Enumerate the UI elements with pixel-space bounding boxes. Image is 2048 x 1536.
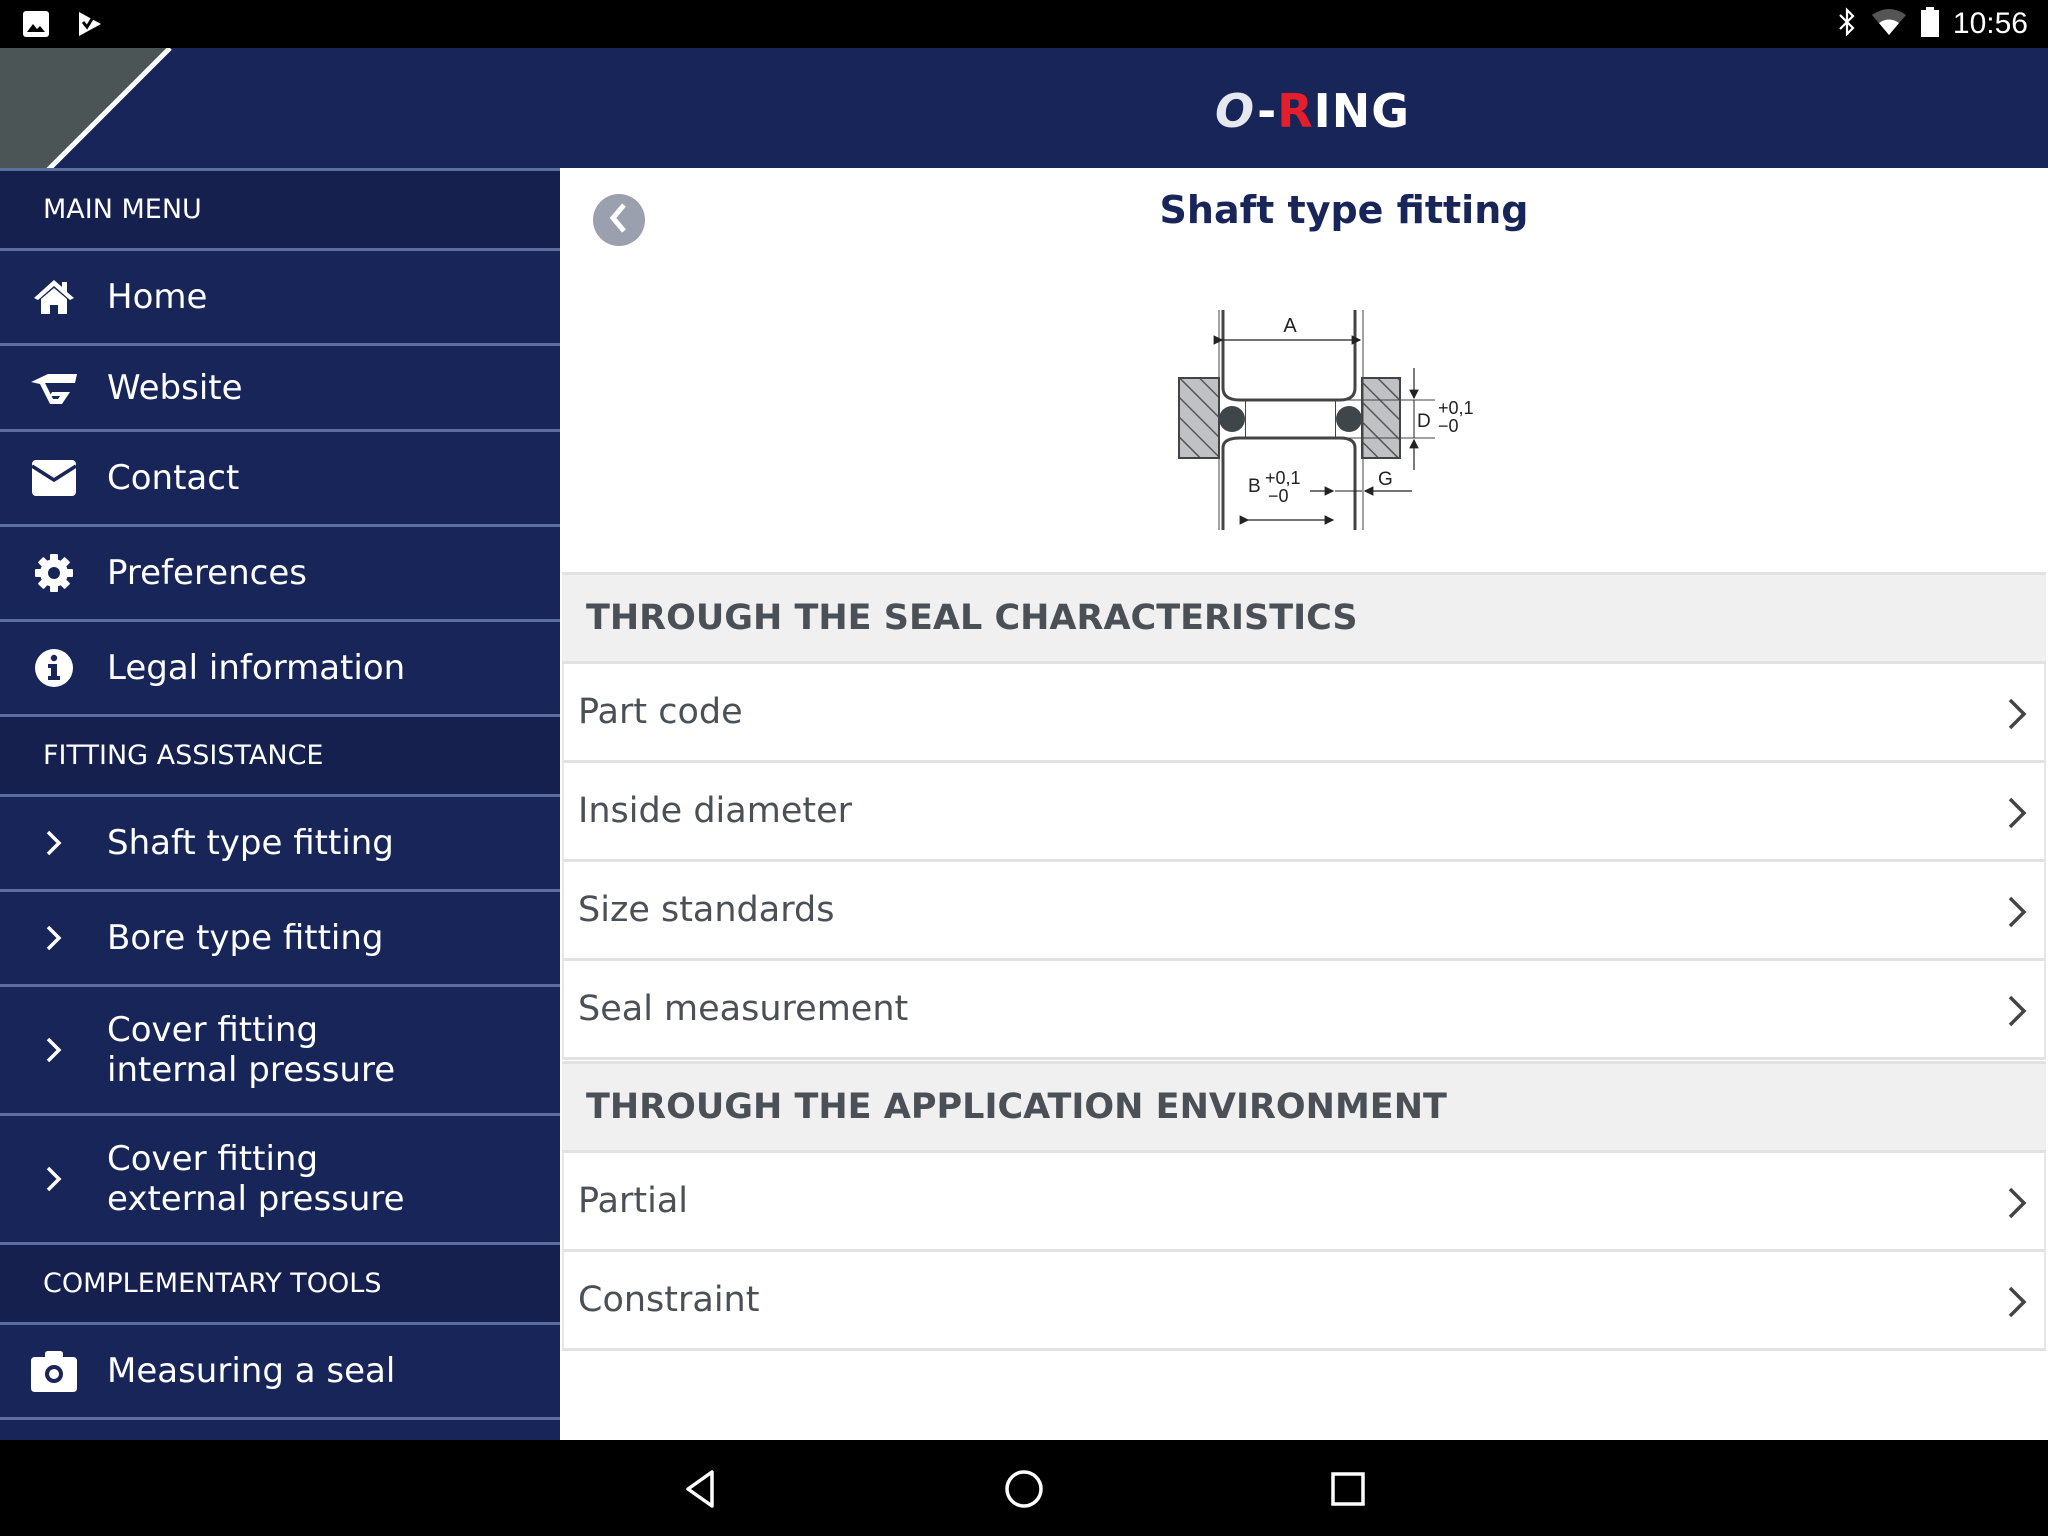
app-header: O - R ING	[0, 48, 2048, 220]
list-item-constraint[interactable]: Constraint	[562, 1252, 2046, 1351]
sidebar-item-label: Contact	[107, 458, 240, 498]
play-store-notification-icon	[76, 10, 104, 42]
clock: 10:56	[1952, 7, 2028, 40]
logo-dash: -	[1257, 84, 1278, 138]
wifi-icon	[1871, 7, 1907, 41]
status-bar: 10:56	[0, 0, 2048, 48]
list-item-seal-measurement[interactable]: Seal measurement	[562, 961, 2046, 1060]
sidebar-item-label: Cover fitting external pressure	[107, 1139, 405, 1219]
section-header-application-environment: THROUGH THE APPLICATION ENVIRONMENT	[562, 1061, 2046, 1153]
home-circle-icon	[1005, 1470, 1043, 1508]
system-navigation-bar	[0, 1440, 2048, 1536]
nav-back-button[interactable]	[675, 1464, 725, 1514]
sidebar-item-shaft-type-fitting[interactable]: Shaft type fitting	[0, 794, 560, 889]
sidebar-item-home[interactable]: Home	[0, 248, 560, 343]
home-icon	[0, 278, 107, 316]
list-item-label: Part code	[578, 692, 743, 732]
dimension-label-b: B	[1248, 476, 1261, 497]
tolerance-b-minus: −0	[1268, 486, 1289, 506]
sidebar-item-contact[interactable]: Contact	[0, 429, 560, 524]
battery-icon	[1920, 7, 1939, 41]
sidebar-item-label: Home	[107, 277, 208, 317]
logo-o-ring-glyph: O	[1215, 84, 1256, 138]
section-header-main-menu: MAIN MENU	[0, 168, 560, 248]
chevron-right-icon	[2008, 1187, 2027, 1219]
tolerance-d-plus: +0,1	[1438, 398, 1474, 418]
list-item-label: Constraint	[578, 1280, 760, 1320]
logo-rest: ING	[1313, 84, 1410, 138]
app-logo: O - R ING	[1215, 84, 1410, 138]
tolerance-d-minus: −0	[1438, 416, 1459, 436]
main-content: Shaft type fitting A D +0,1 −0 B +0,1 −0…	[560, 168, 2048, 1440]
list-item-label: Partial	[578, 1181, 688, 1221]
o-ring-left	[1219, 406, 1245, 432]
recents-square-icon	[1331, 1472, 1365, 1506]
chevron-right-icon	[0, 924, 107, 952]
sidebar-divider	[0, 1417, 560, 1440]
chevron-right-icon	[2008, 797, 2027, 829]
list-item-part-code[interactable]: Part code	[562, 664, 2046, 763]
chevron-right-icon	[2008, 995, 2027, 1027]
sidebar-item-label: Bore type fitting	[107, 918, 384, 958]
sidebar-item-cover-fitting-internal-pressure[interactable]: Cover fitting internal pressure	[0, 984, 560, 1113]
back-triangle-icon	[686, 1470, 714, 1508]
o-ring-right	[1336, 406, 1362, 432]
chevron-right-icon	[2008, 698, 2027, 730]
sidebar-item-label: Cover fitting internal pressure	[107, 1010, 396, 1090]
tolerance-b-plus: +0,1	[1265, 468, 1301, 488]
nav-recents-button[interactable]	[1323, 1464, 1373, 1514]
section-header-seal-characteristics: THROUGH THE SEAL CHARACTERISTICS	[562, 572, 2046, 664]
dimension-label-a: A	[1283, 315, 1297, 337]
list-item-label: Size standards	[578, 890, 835, 930]
dimension-label-g: G	[1378, 469, 1393, 490]
section-header-complementary-tools: COMPLEMENTARY TOOLS	[0, 1242, 560, 1322]
shaft-fitting-diagram: A D +0,1 −0 B +0,1 −0 G	[1178, 310, 1474, 530]
bluetooth-icon	[1837, 7, 1857, 41]
sidebar-item-preferences[interactable]: Preferences	[0, 524, 560, 619]
website-logo-icon	[0, 370, 107, 406]
chevron-right-icon	[2008, 896, 2027, 928]
page-title: Shaft type fitting	[1159, 188, 1529, 232]
sidebar-item-label: Website	[107, 367, 243, 408]
list-item-label: Seal measurement	[578, 989, 909, 1029]
sidebar-item-label: Legal information	[107, 648, 406, 688]
housing-left	[1178, 377, 1220, 459]
sidebar-item-label: Measuring a seal	[107, 1351, 396, 1391]
chevron-right-icon	[0, 829, 107, 857]
info-icon	[0, 648, 107, 688]
sidebar-item-website[interactable]: Website	[0, 343, 560, 429]
sidebar-item-cover-fitting-external-pressure[interactable]: Cover fitting external pressure	[0, 1113, 560, 1242]
camera-icon	[0, 1350, 107, 1392]
chevron-right-icon	[0, 1036, 107, 1064]
housing-right	[1361, 377, 1401, 459]
navigation-drawer: MAIN MENU Home Website Contact Preferenc…	[0, 168, 560, 1440]
sidebar-item-legal-information[interactable]: Legal information	[0, 619, 560, 714]
logo-r-letter: R	[1277, 84, 1314, 138]
list-item-inside-diameter[interactable]: Inside diameter	[562, 763, 2046, 862]
list-item-partial[interactable]: Partial	[562, 1153, 2046, 1252]
list-item-size-standards[interactable]: Size standards	[562, 862, 2046, 961]
list-item-label: Inside diameter	[578, 791, 853, 831]
envelope-icon	[0, 460, 107, 496]
nav-home-button[interactable]	[999, 1464, 1049, 1514]
image-notification-icon	[22, 10, 50, 42]
sidebar-item-bore-type-fitting[interactable]: Bore type fitting	[0, 889, 560, 984]
chevron-right-icon	[0, 1165, 107, 1193]
chevron-right-icon	[2008, 1286, 2027, 1318]
sidebar-item-measuring-a-seal[interactable]: Measuring a seal	[0, 1322, 560, 1417]
sidebar-item-label: Preferences	[107, 553, 307, 593]
dimension-label-d: D	[1417, 411, 1431, 432]
gear-icon	[0, 553, 107, 593]
sidebar-item-label: Shaft type fitting	[107, 823, 394, 863]
section-header-fitting-assistance: FITTING ASSISTANCE	[0, 714, 560, 794]
